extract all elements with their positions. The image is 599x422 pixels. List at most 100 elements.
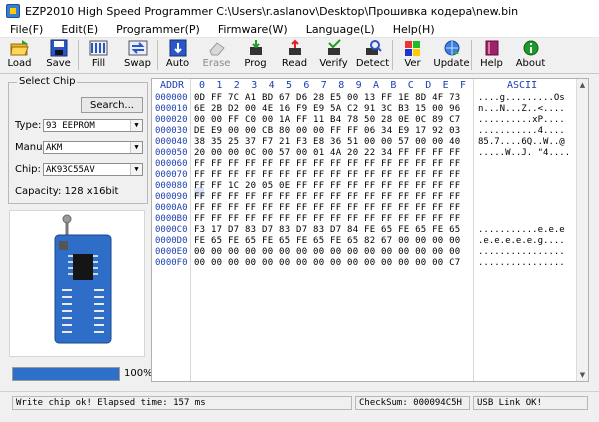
table-row[interactable]: 0000D0 FE 65 FE 65 FE 65 FE 65 FE 65 82 6… <box>152 236 588 247</box>
row-ascii[interactable]: 85.7....6Q..W..@ <box>478 137 565 148</box>
ver-button[interactable]: Ver <box>393 37 432 73</box>
row-address: 000060 <box>155 159 188 169</box>
hex-editor[interactable]: ADDR ASCII 0123456789ABCDEF 000000 0D FF … <box>151 78 589 382</box>
row-ascii[interactable]: ...........e.e.e <box>478 225 565 236</box>
load-button[interactable]: Load <box>0 37 39 73</box>
erase-button[interactable]: Erase <box>197 37 236 73</box>
table-row[interactable]: 0000C0 F3 17 D7 83 D7 83 D7 83 D7 84 FE 6… <box>152 225 588 236</box>
help-button[interactable]: Help <box>472 37 511 73</box>
row-bytes[interactable]: DE E9 00 00 CB 80 00 00 FF FF 06 34 E9 1… <box>194 126 460 137</box>
menu-edit[interactable]: Edit(E) <box>51 23 106 36</box>
verify-button[interactable]: Verify <box>314 37 353 73</box>
hex-column-header: 2 <box>233 80 240 91</box>
status-message: Write chip ok! Elapsed time: 157 ms <box>12 396 352 410</box>
menu-language[interactable]: Language(L) <box>296 23 383 36</box>
update-button[interactable]: Update <box>432 37 471 73</box>
row-bytes[interactable]: FF FF FF FF FF FF FF FF FF FF FF FF FF F… <box>194 214 460 225</box>
fill-button[interactable]: Fill <box>79 37 118 73</box>
table-row[interactable]: 000000 0D FF 7C A1 BD 67 D6 28 E5 00 13 F… <box>152 93 588 104</box>
search-button[interactable]: Search... <box>81 97 143 113</box>
row-bytes[interactable]: 0D FF 7C A1 BD 67 D6 28 E5 00 13 FF 1E 8… <box>194 93 460 104</box>
globe-update-icon <box>442 39 462 57</box>
row-ascii[interactable]: ................ <box>478 258 565 269</box>
row-ascii[interactable]: ..........xP.... <box>478 115 565 126</box>
row-address: 000030 <box>155 126 188 136</box>
row-bytes[interactable]: 00 00 00 00 00 00 00 00 00 00 00 00 00 0… <box>194 258 460 269</box>
table-row[interactable]: 0000B0 FF FF FF FF FF FF FF FF FF FF FF F… <box>152 214 588 225</box>
table-row[interactable]: 000090 FF FF FF FF FF FF FF FF FF FF FF F… <box>152 192 588 203</box>
row-bytes[interactable]: 00 00 00 00 00 00 00 00 00 00 00 00 00 0… <box>194 247 460 258</box>
row-bytes[interactable]: 38 35 25 37 F7 21 F3 E8 36 51 00 00 57 0… <box>194 137 460 148</box>
version-icon <box>403 39 423 57</box>
row-bytes[interactable]: FF FF FF FF FF FF FF FF FF FF FF FF FF F… <box>194 192 460 203</box>
table-row[interactable]: 000080 FF FF 1C 20 05 0E FF FF FF FF FF F… <box>152 181 588 192</box>
table-row[interactable]: 000070 FF FF FF FF FF FF FF FF FF FF FF F… <box>152 170 588 181</box>
row-ascii[interactable]: n...N...Z..<.... <box>478 104 565 115</box>
scroll-down-icon[interactable]: ▼ <box>577 371 588 379</box>
hex-column-header: E <box>442 80 449 91</box>
prog-button[interactable]: Prog <box>236 37 275 73</box>
row-address: 000070 <box>155 170 188 180</box>
table-row[interactable]: 0000A0 FF FF FF FF FF FF FF FF FF FF FF F… <box>152 203 588 214</box>
type-select[interactable]: 93 EEPROM ▼ <box>43 119 143 132</box>
title-bar: EZP2010 High Speed Programmer C:\Users\r… <box>0 0 599 22</box>
row-address: 000020 <box>155 115 188 125</box>
save-button[interactable]: Save <box>39 37 78 73</box>
row-address: 0000B0 <box>155 214 188 224</box>
row-ascii[interactable]: .e.e.e.e.e.g.... <box>478 236 565 247</box>
scroll-up-icon[interactable]: ▲ <box>577 81 588 89</box>
hex-column-header: 7 <box>320 80 327 91</box>
row-bytes[interactable]: FF FF FF FF FF FF FF FF FF FF FF FF FF F… <box>194 170 460 181</box>
book-icon <box>482 39 502 57</box>
table-row[interactable]: 000010 6E 2B D2 00 4E 16 F9 E9 5A C2 91 3… <box>152 104 588 115</box>
row-bytes[interactable]: 20 00 00 0C 00 57 00 01 4A 20 22 34 FF F… <box>194 148 460 159</box>
table-row[interactable]: 000040 38 35 25 37 F7 21 F3 E8 36 51 00 0… <box>152 137 588 148</box>
chevron-down-icon: ▼ <box>130 120 142 131</box>
vertical-scrollbar[interactable]: ▲ ▼ <box>576 79 588 381</box>
chip-adapter-image <box>9 210 145 357</box>
table-row[interactable]: 0000E0 00 00 00 00 00 00 00 00 00 00 00 0… <box>152 247 588 258</box>
hex-column-header: B <box>390 80 397 91</box>
row-address: 000000 <box>155 93 188 103</box>
row-bytes[interactable]: 6E 2B D2 00 4E 16 F9 E9 5A C2 91 3C B3 1… <box>194 104 460 115</box>
row-address: 000010 <box>155 104 188 114</box>
auto-icon <box>168 39 188 57</box>
row-ascii[interactable]: ....g.........Os <box>478 93 565 104</box>
hex-column-header: 8 <box>338 80 345 91</box>
row-bytes[interactable]: FE 65 FE 65 FE 65 FE 65 FE 65 82 67 00 0… <box>194 236 460 247</box>
ascii-header: ASCII <box>507 80 538 91</box>
row-bytes[interactable]: FF FF FF FF FF FF FF FF FF FF FF FF FF F… <box>194 159 460 170</box>
manufacturer-select[interactable]: AKM ▼ <box>43 141 143 154</box>
row-address: 0000F0 <box>155 258 188 268</box>
adapter-board-icon <box>54 214 112 344</box>
row-ascii[interactable]: .....W..J. "4.... <box>478 148 570 159</box>
row-bytes[interactable]: F3 17 D7 83 D7 83 D7 83 D7 84 FE 65 FE 6… <box>194 225 460 236</box>
progress-fill <box>13 368 119 380</box>
table-row[interactable]: 000050 20 00 00 0C 00 57 00 01 4A 20 22 3… <box>152 148 588 159</box>
detect-button[interactable]: Detect <box>353 37 392 73</box>
status-bar: Write chip ok! Elapsed time: 157 ms Chec… <box>0 391 599 412</box>
floppy-disk-icon <box>49 39 69 57</box>
menu-help[interactable]: Help(H) <box>383 23 443 36</box>
row-bytes[interactable]: FF FF 1C 20 05 0E FF FF FF FF FF FF FF F… <box>194 181 460 192</box>
hex-column-header: 1 <box>216 80 223 91</box>
row-bytes[interactable]: FF FF FF FF FF FF FF FF FF FF FF FF FF F… <box>194 203 460 214</box>
table-row[interactable]: 0000F0 00 00 00 00 00 00 00 00 00 00 00 0… <box>152 258 588 269</box>
menu-file[interactable]: File(F) <box>0 23 51 36</box>
table-row[interactable]: 000030 DE E9 00 00 CB 80 00 00 FF FF 06 3… <box>152 126 588 137</box>
group-title: Select Chip <box>17 76 78 87</box>
read-button[interactable]: Read <box>275 37 314 73</box>
verify-icon <box>324 39 344 57</box>
menu-programmer[interactable]: Programmer(P) <box>106 23 208 36</box>
swap-button[interactable]: Swap <box>118 37 157 73</box>
table-row[interactable]: 000020 00 00 FF C0 00 1A FF 11 B4 78 50 2… <box>152 115 588 126</box>
row-ascii[interactable]: ................ <box>478 247 565 258</box>
about-button[interactable]: About <box>511 37 550 73</box>
chip-select[interactable]: AK93C55AV ▼ <box>43 163 143 176</box>
row-bytes[interactable]: 00 00 FF C0 00 1A FF 11 B4 78 50 28 0E 0… <box>194 115 460 126</box>
menu-firmware[interactable]: Firmware(W) <box>208 23 296 36</box>
row-ascii[interactable]: ...........4.... <box>478 126 565 137</box>
auto-button[interactable]: Auto <box>158 37 197 73</box>
row-address: 000040 <box>155 137 188 147</box>
table-row[interactable]: 000060 FF FF FF FF FF FF FF FF FF FF FF F… <box>152 159 588 170</box>
